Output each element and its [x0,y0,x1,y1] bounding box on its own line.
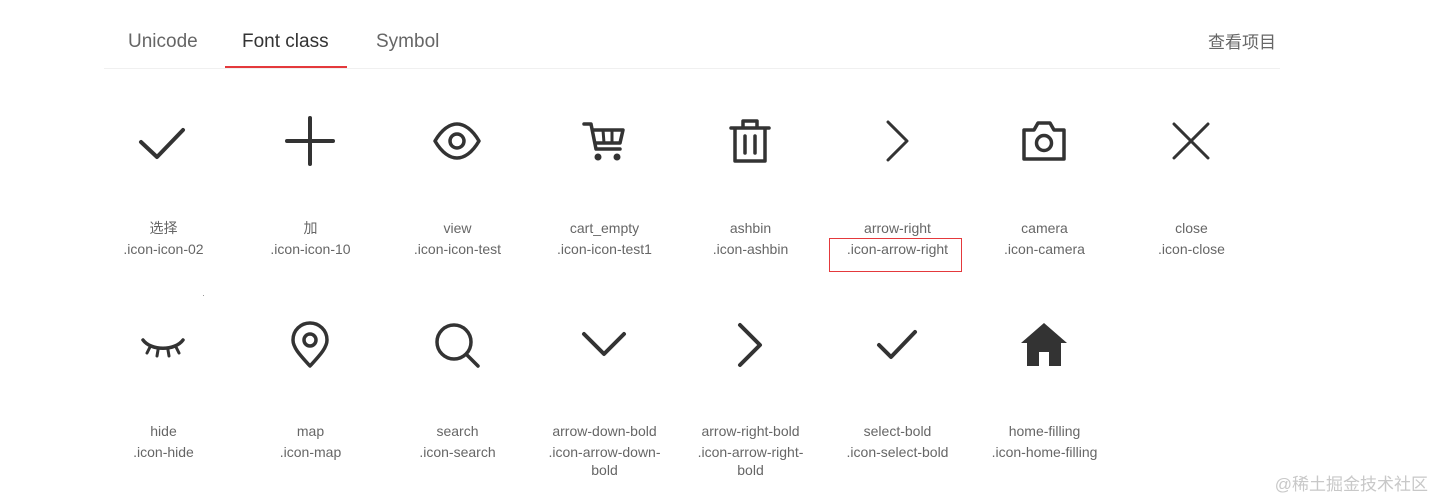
tab-font-class[interactable]: Font class [242,30,329,54]
check-icon [138,118,188,168]
watermark: @稀土掘金技术社区 [1274,475,1428,494]
icon-name: search [436,423,479,439]
icon-name: map [296,423,325,439]
icon-name: camera [1021,220,1068,236]
highlight-box [829,238,962,272]
icon-name: hide [150,423,177,439]
icon-code: .icon-map [279,444,342,460]
icon-code: .icon-arrow-down-bold [548,444,661,478]
map-pin-icon [285,320,335,370]
plus-icon [285,116,335,166]
trash-icon [725,116,775,166]
icon-code: .icon-icon-10 [270,241,351,257]
icon-name: close [1175,220,1208,236]
icon-name: ashbin [729,220,772,236]
icon-name: cart_empty [569,220,640,236]
check-bold-icon [872,320,922,370]
tab-unicode[interactable]: Unicode [128,30,198,54]
cart-icon [579,116,629,166]
chevron-right-icon [872,116,922,166]
icon-name: home-filling [1008,423,1081,439]
icon-code: .icon-arrow-right-bold [697,444,804,478]
icon-code: .icon-select-bold [846,444,949,460]
icon-code: .icon-icon-test1 [557,241,652,257]
icon-name: arrow-right [864,220,931,236]
icon-name: select-bold [863,423,932,439]
stray-dot [203,295,204,296]
home-filled-icon [1019,320,1069,370]
search-icon [432,320,482,370]
view-project-link[interactable]: 查看项目 [1208,32,1276,54]
icon-name: arrow-right-bold [701,423,800,439]
icon-name: 选择 [149,220,178,236]
icon-name: arrow-down-bold [552,423,657,439]
icon-name: 加 [303,220,318,236]
tab-symbol[interactable]: Symbol [376,30,439,54]
icon-code: .icon-hide [133,444,194,460]
icon-code: .icon-icon-test [413,241,502,257]
icon-code: .icon-icon-02 [123,241,204,257]
close-icon [1166,116,1216,166]
chevron-down-bold-icon [579,320,629,370]
icon-code: .icon-home-filling [991,444,1098,460]
icon-code: .icon-search [419,444,496,460]
icon-code: .icon-camera [1004,241,1085,257]
icon-name: view [443,220,472,236]
camera-icon [1019,116,1069,166]
icon-code: .icon-ashbin [712,241,789,257]
active-tab-indicator [225,66,347,68]
eye-closed-icon [138,320,188,370]
icon-code: .icon-close [1158,241,1225,257]
chevron-right-bold-icon [725,320,775,370]
eye-icon [432,116,482,166]
iconfont-page: Unicode Font class Symbol 查看项目 选择 .icon-… [0,0,1435,502]
